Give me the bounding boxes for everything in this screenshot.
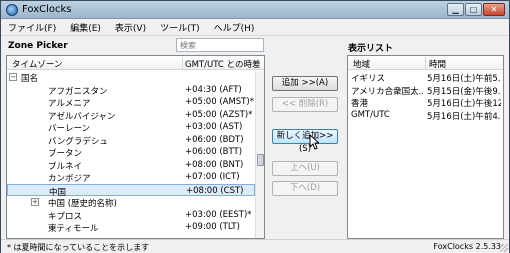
zone-label: 中国 (歴史的名称): [48, 199, 117, 209]
column-header-zone[interactable]: タイムゾーン: [12, 58, 62, 70]
scrollbar-thumb[interactable]: [257, 154, 264, 166]
column-divider[interactable]: [182, 57, 183, 69]
zone-offset: +05:00 (AZST)*: [185, 109, 253, 120]
zone-tree-header: タイムゾーン GMT/UTC との時差: [7, 56, 264, 70]
dst-note: * は夏時間になっていることを示します: [7, 243, 150, 252]
zone-tree-scrollbar[interactable]: [255, 71, 264, 238]
display-region: 香港: [351, 99, 369, 109]
zone-offset: +03:00 (EEST)*: [185, 209, 252, 220]
mouse-cursor-icon: [309, 134, 319, 150]
zone-label: キプロス: [48, 211, 83, 222]
display-time: 5月15日(金)午後9...: [427, 86, 501, 97]
zone-row[interactable]: 中国 +08:00 (CST): [7, 183, 255, 198]
window-title: FoxClocks: [22, 4, 72, 15]
add-button[interactable]: 追加 >>(A): [272, 76, 338, 91]
display-region: アメリカ合衆国太...: [351, 86, 423, 97]
zone-offset: +08:00 (BNT): [185, 159, 244, 170]
zone-label: アフガニスタン: [48, 86, 108, 97]
zone-label: 東ティモール: [48, 224, 99, 234]
zone-row[interactable]: ブルネイ +08:00 (BNT): [7, 159, 255, 172]
zone-row[interactable]: アルメニア +05:00 (AMST)*: [7, 96, 255, 109]
display-row[interactable]: GMT/UTC 5月16日(土)午前4...: [348, 109, 503, 122]
display-region: GMT/UTC: [351, 109, 390, 120]
zone-row[interactable]: カンボジア +07:00 (ICT): [7, 171, 255, 184]
zone-rows: − 国名 アフガニスタン +04:30 (AFT) アルメニア +05:00 (AMST)…: [7, 71, 255, 234]
display-row[interactable]: 香港 5月16日(土)午後12...: [348, 96, 503, 109]
zone-label: ブータン: [48, 149, 83, 159]
minimize-button[interactable]: ▁: [447, 3, 464, 16]
zone-offset: +09:00 (TLT): [185, 222, 240, 232]
zone-row[interactable]: + 中国 (歴史的名称): [7, 196, 255, 209]
close-button[interactable]: ✕: [483, 3, 505, 16]
zone-row[interactable]: アゼルバイジャン +05:00 (AZST)*: [7, 109, 255, 122]
display-time: 5月16日(土)午前5...: [427, 74, 501, 84]
zone-label: アルメニア: [48, 99, 91, 109]
zone-offset: +07:00 (ICT): [185, 172, 240, 182]
display-list-title: 表示リスト: [348, 44, 394, 54]
window-controls: ▁ □ ✕: [447, 3, 505, 16]
display-region: イギリス: [351, 74, 386, 84]
display-list[interactable]: 地域 時間 イギリス 5月16日(土)午前5... アメリカ合衆国太... 5月15日…: [347, 55, 504, 239]
add-new-button[interactable]: 新しく追加>>(S): [272, 129, 338, 154]
menu-file[interactable]: ファイル(F): [1, 19, 63, 35]
menu-edit[interactable]: 編集(E): [63, 19, 108, 35]
display-row[interactable]: アメリカ合衆国太... 5月15日(金)午後9...: [348, 84, 503, 97]
zone-row[interactable]: − 国名: [7, 71, 255, 84]
resize-grip-icon[interactable]: [500, 244, 508, 252]
zone-label: 国名: [21, 74, 39, 84]
version-label: FoxClocks 2.5.33: [433, 242, 501, 251]
move-up-button[interactable]: 上へ(U): [272, 161, 338, 176]
menu-help[interactable]: ヘルプ(H): [207, 19, 262, 35]
title-bar[interactable]: FoxClocks ▁ □ ✕: [1, 1, 509, 19]
foxclocks-window: FoxClocks ▁ □ ✕ ファイル(F) 編集(E) 表示(V) ツール(…: [0, 0, 510, 253]
zone-picker-title: Zone Picker: [8, 41, 68, 51]
foxclocks-app-icon: [6, 4, 18, 16]
column-header-region[interactable]: 地域: [353, 58, 370, 70]
zone-offset: +04:30 (AFT): [185, 84, 242, 95]
column-header-offset[interactable]: GMT/UTC との時差: [185, 58, 260, 70]
display-list-header: 地域 時間: [348, 56, 503, 70]
zone-label: ブルネイ: [48, 161, 83, 172]
zone-tree[interactable]: タイムゾーン GMT/UTC との時差 − 国名 アフガニスタン +04:30 (AF…: [6, 55, 265, 239]
menu-tools[interactable]: ツール(T): [153, 19, 207, 35]
display-rows: イギリス 5月16日(土)午前5... アメリカ合衆国太... 5月15日(金)午後9…: [348, 71, 503, 122]
zone-offset: +05:00 (AMST)*: [185, 97, 254, 107]
zone-offset: +03:00 (AST): [185, 122, 243, 132]
display-row[interactable]: イギリス 5月16日(土)午前5...: [348, 71, 503, 84]
zone-offset: +06:00 (BDT): [185, 134, 244, 145]
zone-row[interactable]: ブータン +06:00 (BTT): [7, 146, 255, 159]
zone-label: バングラデシュ: [48, 136, 108, 147]
zone-offset: +06:00 (BTT): [185, 147, 243, 157]
zone-row[interactable]: キプロス +03:00 (EEST)*: [7, 209, 255, 222]
zone-label: バーレーン: [48, 124, 91, 134]
zone-label: アゼルバイジャン: [48, 111, 116, 122]
zone-row[interactable]: 東ティモール +09:00 (TLT): [7, 221, 255, 234]
menu-view[interactable]: 表示(V): [108, 19, 153, 35]
menu-bar: ファイル(F) 編集(E) 表示(V) ツール(T) ヘルプ(H): [1, 19, 509, 36]
zone-search-input[interactable]: [176, 38, 264, 52]
zone-row[interactable]: バーレーン +03:00 (AST): [7, 121, 255, 134]
status-bar: * は夏時間になっていることを示します FoxClocks 2.5.33: [1, 239, 509, 253]
move-down-button[interactable]: 下へ(D): [272, 181, 338, 196]
display-time: 5月16日(土)午後12...: [427, 99, 501, 109]
zone-row[interactable]: アフガニスタン +04:30 (AFT): [7, 84, 255, 97]
maximize-button[interactable]: □: [465, 3, 482, 16]
column-header-time[interactable]: 時間: [429, 58, 446, 70]
zone-row[interactable]: バングラデシュ +06:00 (BDT): [7, 134, 255, 147]
zone-offset: +08:00 (CST): [186, 185, 244, 196]
collapse-icon[interactable]: −: [9, 73, 17, 81]
expand-icon[interactable]: +: [31, 198, 39, 206]
column-divider[interactable]: [425, 57, 426, 69]
remove-button[interactable]: << 削除(R): [272, 97, 338, 112]
display-time: 5月16日(土)午前4...: [427, 111, 501, 122]
zone-label: カンボジア: [48, 174, 91, 184]
